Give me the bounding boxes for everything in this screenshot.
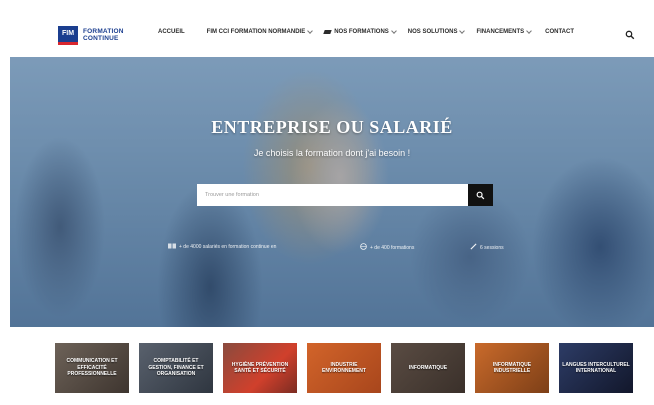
logo-line-2: CONTINUE: [83, 35, 119, 42]
hero-subtitle: Je choisis la formation dont j'ai besoin…: [253, 148, 411, 158]
nav-label: NOS FORMATIONS: [334, 29, 389, 35]
category-tile-comptabilite[interactable]: COMPTABILITÉ ET GESTION, FINANCE ET ORGA…: [139, 343, 213, 393]
site-header: FIM FORMATION CONTINUE ACCUEIL FIM CCI F…: [0, 0, 654, 56]
pen-icon: [470, 243, 477, 252]
search-icon: [476, 191, 485, 199]
globe-icon: [360, 243, 367, 252]
hero-stats: + de 4000 salariés en formation continue…: [10, 243, 654, 253]
stat-text: + de 4000 salariés en formation continue…: [179, 244, 277, 250]
search-icon[interactable]: [625, 27, 635, 40]
stat-item: + de 400 formations: [360, 243, 414, 252]
search-input[interactable]: [197, 184, 468, 206]
nav-item-fim-cci[interactable]: FIM CCI FORMATION NORMANDIE: [206, 28, 314, 35]
category-tiles: COMMUNICATION ET EFFICACITÉ PROFESSIONNE…: [55, 343, 635, 393]
category-tile-communication[interactable]: COMMUNICATION ET EFFICACITÉ PROFESSIONNE…: [55, 343, 129, 393]
nav-label: ACCUEIL: [158, 29, 185, 35]
nav-item-contact[interactable]: CONTACT: [545, 29, 574, 35]
stat-item: 6 sessions: [470, 243, 504, 252]
nav-item-nos-formations[interactable]: NOS FORMATIONS: [323, 28, 397, 35]
logo-line-1: FORMATION: [83, 27, 124, 35]
logo[interactable]: FIM FORMATION CONTINUE: [58, 24, 124, 46]
category-tile-langues[interactable]: LANGUES INTERCULTUREL INTERNATIONAL: [559, 343, 633, 393]
nav-label: FINANCEMENTS: [476, 29, 525, 35]
hero-banner: ENTREPRISE OU SALARIÉ Je choisis la form…: [10, 57, 654, 327]
category-tile-informatique[interactable]: INFORMATIQUE: [391, 343, 465, 393]
graduation-cap-icon: [323, 30, 332, 34]
nav-label: FIM CCI FORMATION NORMANDIE: [206, 29, 306, 35]
main-nav: ACCUEIL FIM CCI FORMATION NORMANDIE NOS …: [158, 28, 574, 35]
hero-search: [197, 184, 493, 206]
nav-item-financements[interactable]: FINANCEMENTS: [476, 28, 532, 35]
chevron-down-icon: [526, 28, 532, 34]
category-tile-hygiene[interactable]: HYGIÈNE PRÉVENTION SANTÉ ET SÉCURITÉ: [223, 343, 297, 393]
category-tile-industrie[interactable]: INDUSTRIE ENVIRONNEMENT: [307, 343, 381, 393]
chevron-down-icon: [390, 28, 397, 34]
chevron-down-icon: [459, 28, 466, 34]
hero-title: ENTREPRISE OU SALARIÉ: [211, 117, 453, 137]
stat-text: + de 400 formations: [370, 244, 415, 251]
nav-label: NOS SOLUTIONS: [407, 29, 458, 35]
stat-text: 6 sessions: [480, 244, 504, 251]
logo-mark: FIM: [58, 25, 78, 45]
search-button[interactable]: [468, 184, 493, 206]
stat-item: + de 4000 salariés en formation continue…: [168, 243, 276, 251]
logo-text: FORMATION CONTINUE: [83, 28, 124, 43]
nav-item-accueil[interactable]: ACCUEIL: [158, 29, 185, 35]
nav-label: CONTACT: [545, 29, 575, 35]
nav-item-nos-solutions[interactable]: NOS SOLUTIONS: [407, 28, 466, 35]
chevron-down-icon: [307, 28, 314, 34]
category-tile-informatique-industrielle[interactable]: INFORMATIQUE INDUSTRIELLE: [475, 343, 549, 393]
book-icon: [168, 243, 176, 251]
